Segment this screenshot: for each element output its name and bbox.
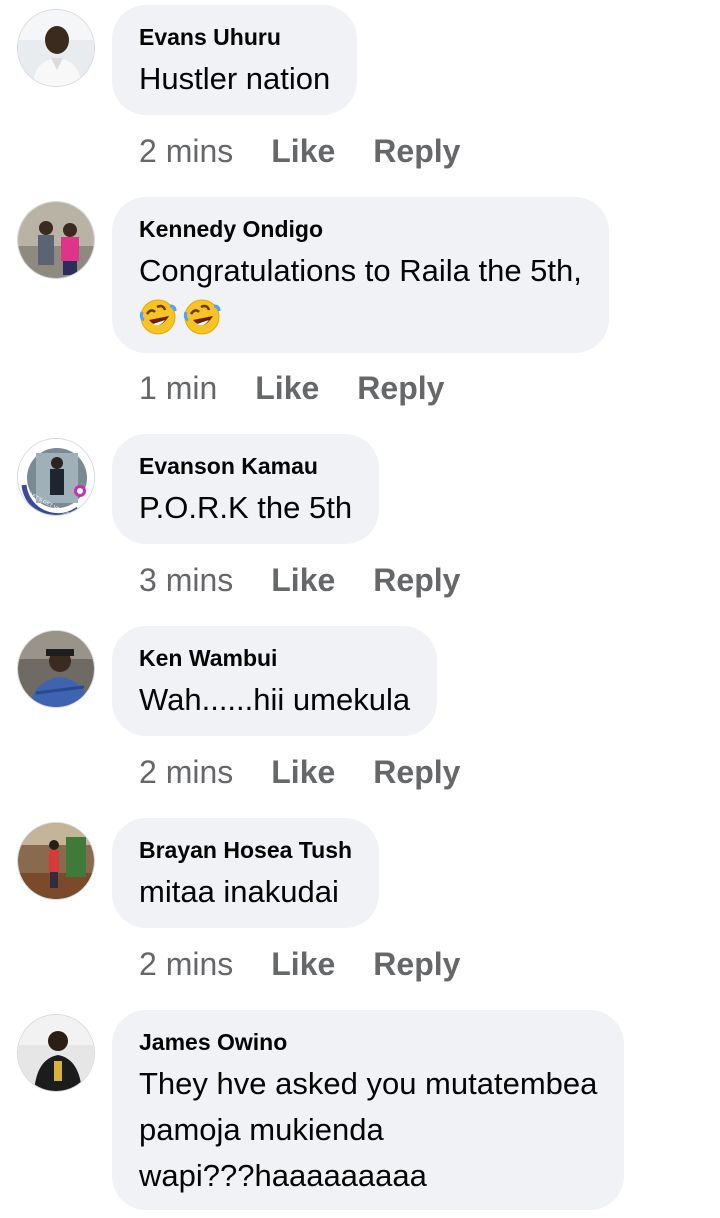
comment-bubble: Evanson Kamau P.O.R.K the 5th	[112, 434, 380, 544]
avatar[interactable]	[17, 9, 95, 87]
comment-actions: 2 mins Like Reply	[139, 752, 460, 792]
comment-actions: 2 mins Like Reply	[139, 944, 460, 984]
comment-actions: 3 mins Like Reply	[139, 560, 460, 600]
comment-bubble: Evans Uhuru Hustler nation	[112, 5, 358, 115]
comment-author[interactable]: Kennedy Ondigo	[139, 214, 582, 244]
comment-text: P.O.R.K the 5th	[139, 490, 353, 525]
rolling-on-floor-laughing-emoji	[139, 299, 177, 335]
reply-button[interactable]: Reply	[373, 131, 460, 171]
like-button[interactable]: Like	[271, 944, 335, 984]
avatar[interactable]	[17, 630, 95, 708]
like-button[interactable]: Like	[271, 752, 335, 792]
comment-author[interactable]: Ken Wambui	[139, 643, 410, 673]
like-button[interactable]: Like	[271, 131, 335, 171]
comment-bubble: Kennedy Ondigo Congratulations to Raila …	[112, 197, 609, 353]
reply-button[interactable]: Reply	[373, 752, 460, 792]
emoji-row	[139, 296, 582, 338]
comment-text: Congratulations to Raila the 5th,	[139, 253, 582, 288]
reply-button[interactable]: Reply	[373, 560, 460, 600]
comment-bubble: James Owino They hve asked you mutatembe…	[112, 1010, 625, 1210]
comment-actions: 2 mins Like Reply	[139, 131, 460, 171]
comment-text-line: wapi???haaaaaaaaa	[139, 1158, 427, 1193]
reply-button[interactable]: Reply	[373, 944, 460, 984]
comment-author[interactable]: Evanson Kamau	[139, 451, 352, 481]
comment-bubble: Ken Wambui Wah......hii umekula	[112, 626, 438, 736]
comment-actions: 1 min Like Reply	[139, 368, 444, 408]
avatar[interactable]: LET'S GET VACCINATED	[17, 438, 95, 516]
comment-text: They hve asked you mutatembea pamoja muk…	[139, 1061, 597, 1199]
comment-text-line: They hve asked you mutatembea	[139, 1066, 598, 1101]
comment-author[interactable]: James Owino	[139, 1027, 597, 1057]
comment-timestamp[interactable]: 2 mins	[139, 131, 233, 171]
reply-button[interactable]: Reply	[357, 368, 444, 408]
like-button[interactable]: Like	[255, 368, 319, 408]
comment-text: Hustler nation	[139, 61, 331, 96]
comment-author[interactable]: Evans Uhuru	[139, 22, 330, 52]
comment-text-line: pamoja mukienda	[139, 1112, 384, 1147]
comment-timestamp[interactable]: 2 mins	[139, 944, 233, 984]
rolling-on-floor-laughing-emoji	[183, 299, 221, 335]
comment-text: Wah......hii umekula	[139, 682, 411, 717]
avatar[interactable]	[17, 822, 95, 900]
comment-text: mitaa inakudai	[139, 874, 339, 909]
comment-author[interactable]: Brayan Hosea Tush	[139, 835, 352, 865]
like-button[interactable]: Like	[271, 560, 335, 600]
avatar[interactable]	[17, 1014, 95, 1092]
avatar[interactable]	[17, 201, 95, 279]
comment-timestamp[interactable]: 2 mins	[139, 752, 233, 792]
comment-timestamp[interactable]: 3 mins	[139, 560, 233, 600]
comment-bubble: Brayan Hosea Tush mitaa inakudai	[112, 818, 380, 928]
comment-timestamp[interactable]: 1 min	[139, 368, 217, 408]
